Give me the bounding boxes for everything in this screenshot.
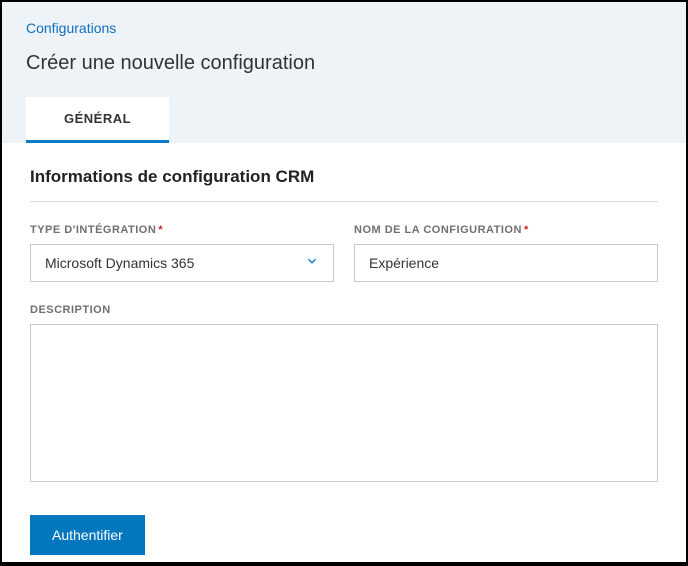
chevron-down-icon: [305, 254, 319, 273]
required-indicator: *: [158, 224, 163, 236]
authenticate-button[interactable]: Authentifier: [30, 515, 145, 555]
divider: [30, 201, 658, 202]
config-name-input[interactable]: [354, 244, 658, 282]
section-title: Informations de configuration CRM: [30, 167, 658, 187]
tabs: GÉNÉRAL: [26, 97, 662, 143]
tab-general[interactable]: GÉNÉRAL: [26, 97, 169, 143]
integration-type-value: Microsoft Dynamics 365: [45, 255, 305, 271]
label-description: DESCRIPTION: [30, 304, 658, 316]
description-textarea[interactable]: [30, 324, 658, 482]
label-integration-type: TYPE D'INTÉGRATION*: [30, 224, 334, 236]
integration-type-select[interactable]: Microsoft Dynamics 365: [30, 244, 334, 282]
required-indicator: *: [524, 224, 529, 236]
label-config-name: NOM DE LA CONFIGURATION*: [354, 224, 658, 236]
page-title: Créer une nouvelle configuration: [26, 52, 662, 75]
breadcrumb-configurations[interactable]: Configurations: [26, 20, 662, 36]
